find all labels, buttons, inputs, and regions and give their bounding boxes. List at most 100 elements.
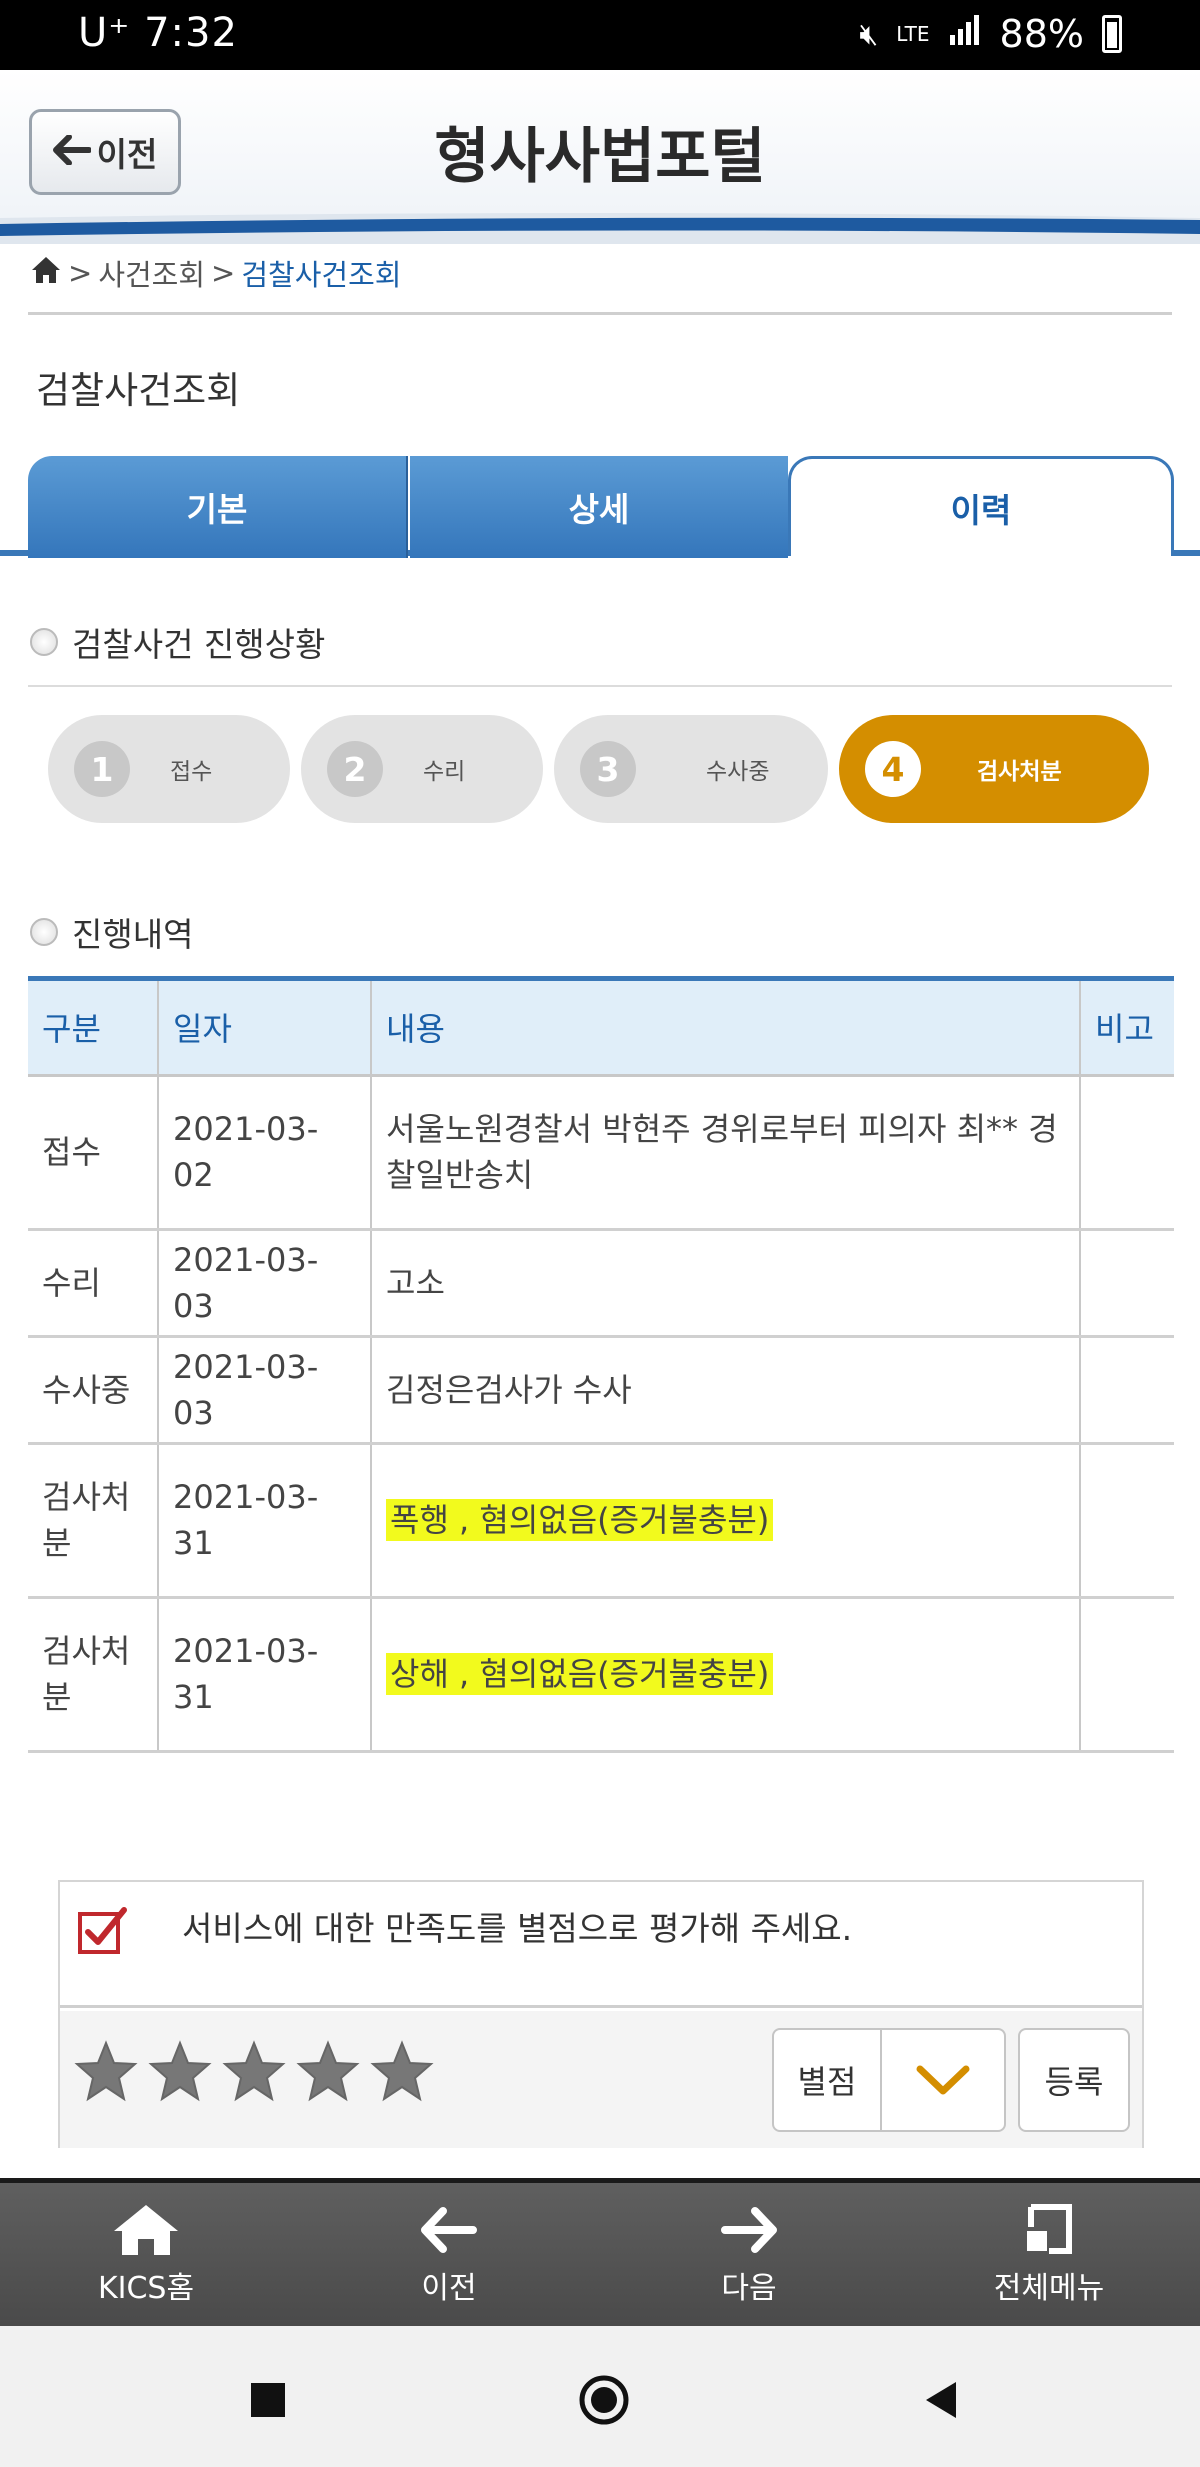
nav-previous[interactable]: 이전 [349, 2201, 549, 2307]
tab-label: 이력 [950, 490, 1012, 530]
rating-controls: 별점 등록 [60, 2011, 1142, 2148]
tab-label: 상세 [568, 490, 630, 529]
history-section-title: 진행내역 [30, 908, 193, 956]
tab-basic[interactable]: 기본 [28, 456, 408, 558]
cell-type: 접수 [28, 1075, 159, 1231]
divider [28, 685, 1172, 687]
cell-date: 2021-03-03 [158, 1229, 372, 1338]
step-number: 1 [74, 741, 130, 797]
cell-content: 김정은검사가 수사 [371, 1336, 1081, 1445]
cell-type: 검사처분 [28, 1443, 159, 1599]
recent-apps-icon[interactable] [238, 2370, 298, 2430]
cell-note [1080, 1075, 1174, 1231]
nav-label: 다음 [721, 2271, 777, 2306]
status-bar: U⁺ 7:32 🔇︎ LTE 88% [0, 0, 1200, 70]
cell-date: 2021-03-31 [158, 1443, 372, 1599]
star-icon[interactable] [296, 2039, 360, 2103]
step-number: 3 [580, 741, 636, 797]
home-button-icon[interactable] [574, 2370, 634, 2430]
step-number: 4 [865, 741, 921, 797]
step-accepted: 2 수리 [301, 715, 543, 823]
nav-full-menu[interactable]: 전체메뉴 [949, 2201, 1149, 2307]
cell-note [1080, 1336, 1174, 1445]
register-button[interactable]: 등록 [1018, 2028, 1130, 2132]
col-header-type: 구분 [28, 981, 159, 1077]
table-row: 수사중 2021-03-03 김정은검사가 수사 [28, 1336, 1174, 1445]
breadcrumb: > 사건조회 > 검찰사건조회 [30, 252, 401, 294]
cell-type: 수사중 [28, 1336, 159, 1445]
bullet-icon [30, 918, 58, 946]
step-received: 1 접수 [48, 715, 290, 823]
bottom-nav: KICS홈 이전 다음 전체메뉴 [0, 2178, 1200, 2326]
arrow-right-icon [721, 2207, 777, 2253]
history-table: 구분 일자 내용 비고 접수 2021-03-02 서울노원경찰서 박현주 경위… [28, 981, 1174, 1753]
checkbox-check-icon [78, 1907, 127, 1954]
cell-date: 2021-03-03 [158, 1336, 372, 1445]
col-header-content: 내용 [371, 981, 1081, 1077]
tab-detail[interactable]: 상세 [410, 456, 788, 558]
breadcrumb-case-search[interactable]: 사건조회 [98, 252, 205, 294]
star-icon[interactable] [74, 2039, 138, 2103]
battery-percent: 88% [999, 12, 1084, 56]
table-row: 접수 2021-03-02 서울노원경찰서 박현주 경위로부터 피의자 최** … [28, 1075, 1174, 1231]
header-wave-decoration [0, 213, 1200, 244]
nav-label: KICS홈 [97, 2271, 195, 2306]
system-nav-bar [0, 2326, 1200, 2467]
cell-type: 검사처분 [28, 1597, 159, 1753]
cell-content: 고소 [371, 1229, 1081, 1338]
cell-note [1080, 1443, 1174, 1599]
full-menu-icon [1027, 2204, 1072, 2254]
cell-content: 폭행 , 혐의없음(증거불충분) [371, 1443, 1081, 1599]
cell-note [1080, 1229, 1174, 1338]
progress-section-title: 검찰사건 진행상황 [30, 618, 325, 666]
step-label: 검사처분 [977, 759, 1062, 785]
step-label: 접수 [170, 759, 213, 785]
cell-type: 수리 [28, 1229, 159, 1338]
cell-date: 2021-03-02 [158, 1075, 372, 1231]
signal-icon [948, 12, 982, 56]
table-row: 검사처분 2021-03-31 폭행 , 혐의없음(증거불충분) [28, 1443, 1174, 1599]
col-header-date: 일자 [158, 981, 372, 1077]
nav-next[interactable]: 다음 [649, 2201, 849, 2307]
tab-history[interactable]: 이력 [788, 456, 1174, 556]
table-row: 수리 2021-03-03 고소 [28, 1229, 1174, 1338]
rating-prompt: 서비스에 대한 만족도를 별점으로 평가해 주세요. [182, 1909, 853, 1948]
step-investigating: 3 수사중 [554, 715, 828, 823]
col-header-note: 비고 [1080, 981, 1174, 1077]
portal-title: 형사사법포털 [434, 122, 766, 192]
highlighted-content: 상해 , 혐의없음(증거불충분) [386, 1653, 774, 1695]
breadcrumb-sep: > [68, 256, 93, 290]
nav-kics-home[interactable]: KICS홈 [46, 2201, 246, 2307]
cell-note [1080, 1597, 1174, 1753]
mute-icon: 🔇︎ [859, 16, 879, 52]
cell-date: 2021-03-31 [158, 1597, 372, 1753]
tab-label: 기본 [186, 490, 248, 529]
battery-icon [1102, 15, 1122, 53]
status-icons: 🔇︎ LTE 88% [859, 12, 1122, 56]
page-title: 검찰사건조회 [36, 369, 241, 412]
cell-content: 서울노원경찰서 박현주 경위로부터 피의자 최** 경찰일반송치 [371, 1075, 1081, 1231]
star-rating[interactable] [74, 2039, 434, 2103]
nav-label: 이전 [421, 2271, 477, 2306]
chevron-down-icon[interactable] [882, 2030, 1004, 2130]
rating-header: 서비스에 대한 만족도를 별점으로 평가해 주세요. [60, 1882, 1142, 2008]
highlighted-content: 폭행 , 혐의없음(증거불충분) [386, 1499, 774, 1541]
step-number: 2 [327, 741, 383, 797]
network-type: LTE [896, 22, 930, 46]
back-triangle-icon[interactable] [912, 2370, 972, 2430]
arrow-left-icon [421, 2207, 477, 2253]
breadcrumb-current: 검찰사건조회 [241, 258, 402, 292]
score-select-label: 별점 [774, 2030, 882, 2130]
home-icon[interactable] [30, 255, 62, 292]
step-label: 수사중 [706, 759, 770, 785]
star-icon[interactable] [148, 2039, 212, 2103]
bullet-icon [30, 628, 58, 656]
star-icon[interactable] [222, 2039, 286, 2103]
score-select[interactable]: 별점 [772, 2028, 1006, 2132]
satisfaction-rating-box: 서비스에 대한 만족도를 별점으로 평가해 주세요. 별점 등록 [58, 1880, 1144, 2148]
step-label: 수리 [423, 759, 466, 785]
star-icon[interactable] [370, 2039, 434, 2103]
breadcrumb-sep: > [211, 256, 236, 290]
progress-title-text: 검찰사건 진행상황 [72, 625, 326, 664]
nav-label: 전체메뉴 [993, 2271, 1105, 2306]
